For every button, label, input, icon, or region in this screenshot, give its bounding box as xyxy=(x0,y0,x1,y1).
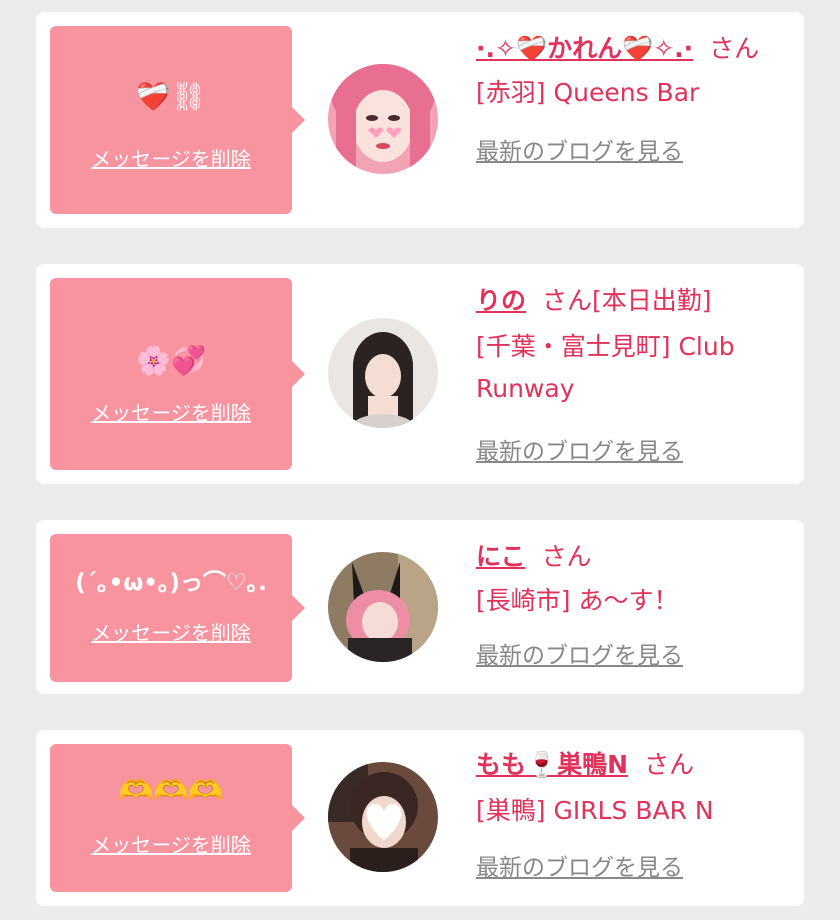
name-line: ·.✧❤️‍🩹かれん❤️‍🩹✧.· さん xyxy=(476,28,796,70)
delete-message-link[interactable]: メッセージを削除 xyxy=(50,146,292,172)
san-label: さん xyxy=(541,542,592,571)
sender-info: ·.✧❤️‍🩹かれん❤️‍🩹✧.· さん [赤羽] Queens Bar 最新のブ… xyxy=(476,28,796,166)
name-line: りの さん[本日出勤] xyxy=(476,280,796,322)
sender-name-link[interactable]: もも🍷巣鴨N xyxy=(476,750,628,779)
shop-text: [長崎市] あ〜す！ xyxy=(476,586,679,615)
message-list: ❤️‍🩹⛓ メッセージを削除 ·.✧❤️‍🩹かれん❤️‍🩹✧.·さん [赤羽] xyxy=(0,0,840,920)
message-text: ❤️‍🩹⛓ xyxy=(135,80,207,113)
message-card: ❤️‍🩹⛓ メッセージを削除 ·.✧❤️‍🩹かれん❤️‍🩹✧.·さん [赤羽] xyxy=(36,12,804,228)
latest-blog-link[interactable]: 最新のブログを見る xyxy=(476,432,683,466)
message-card: (´｡•ω•｡)っ⌒♡｡. メッセージを削除 にこ さん [長崎市] あ〜す！ 最… xyxy=(36,520,804,694)
san-label: さん xyxy=(542,286,593,315)
message-text: 🫶🫶🫶 xyxy=(118,774,224,807)
sender-info: りの さん[本日出勤] [千葉・富士見町] Club Runway 最新のブログを… xyxy=(476,280,796,466)
message-text: 🌸💞 xyxy=(136,344,206,377)
message-bubble: ❤️‍🩹⛓ メッセージを削除 xyxy=(50,26,305,214)
message-bubble: (´｡•ω•｡)っ⌒♡｡. メッセージを削除 xyxy=(50,534,305,682)
message-text: (´｡•ω•｡)っ⌒♡｡. xyxy=(75,570,267,596)
delete-message-link[interactable]: メッセージを削除 xyxy=(50,832,292,858)
shop-text: [巣鴨] GIRLS BAR N xyxy=(476,796,714,825)
message-card: 🌸💞 メッセージを削除 りの さん[本日出勤] [千葉・富士見町] Club Ru… xyxy=(36,264,804,484)
shop-text: [赤羽] Queens Bar xyxy=(476,78,700,107)
pink-hair-avatar-icon[interactable] xyxy=(328,64,438,174)
status-text: [本日出勤] xyxy=(592,286,712,315)
dark-hair-avatar-icon[interactable] xyxy=(328,318,438,428)
message-bubble: 🫶🫶🫶 メッセージを削除 xyxy=(50,744,305,892)
delete-message-link[interactable]: メッセージを削除 xyxy=(50,400,292,426)
name-line: にこ さん xyxy=(476,536,796,578)
latest-blog-link[interactable]: 最新のブログを見る xyxy=(476,132,683,166)
sender-info: にこ さん [長崎市] あ〜す！ 最新のブログを見る xyxy=(476,536,796,670)
message-card: 🫶🫶🫶 メッセージを削除 もも🍷巣鴨N さん [巣鴨] GIRLS BAR N 最… xyxy=(36,730,804,906)
sender-name-link[interactable]: ·.✧❤️‍🩹かれん❤️‍🩹✧.· xyxy=(476,34,693,63)
sender-name-link[interactable]: りの xyxy=(476,286,526,315)
san-label: さん xyxy=(644,750,695,779)
heart-mask-avatar-icon[interactable] xyxy=(328,762,438,872)
delete-message-link[interactable]: メッセージを削除 xyxy=(50,620,292,646)
sender-name-link[interactable]: にこ xyxy=(476,542,526,571)
sender-info: もも🍷巣鴨N さん [巣鴨] GIRLS BAR N 最新のブログを見る xyxy=(476,744,796,882)
shop-text: [千葉・富士見町] Club Runway xyxy=(476,332,735,403)
latest-blog-link[interactable]: 最新のブログを見る xyxy=(476,636,683,670)
latest-blog-link[interactable]: 最新のブログを見る xyxy=(476,848,683,882)
message-bubble: 🌸💞 メッセージを削除 xyxy=(50,278,305,470)
name-line: もも🍷巣鴨N さん xyxy=(476,744,796,786)
bunny-ears-avatar-icon[interactable] xyxy=(328,552,438,662)
san-label: さん xyxy=(709,34,760,63)
